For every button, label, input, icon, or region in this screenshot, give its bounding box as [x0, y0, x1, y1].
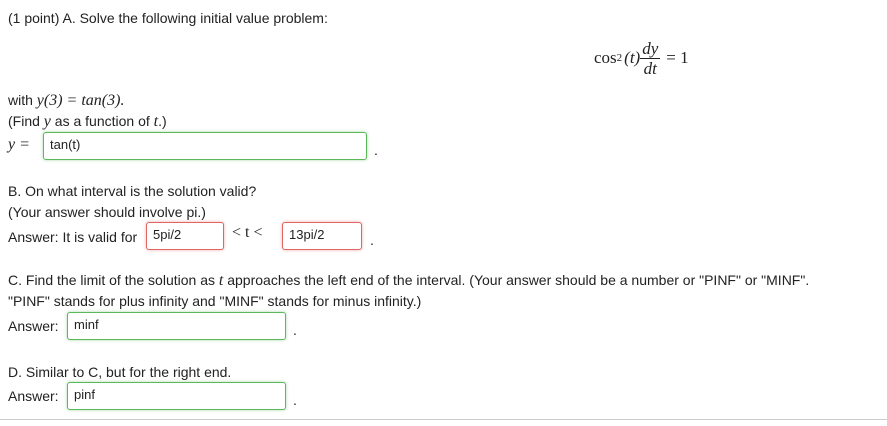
ode-coef-fn: cos: [594, 48, 617, 67]
with-label: with: [8, 92, 33, 108]
ode-coef-arg: (t): [624, 48, 641, 67]
part-c-question-line1: C. Find the limit of the solution as t a…: [8, 272, 809, 290]
ode-numerator: dy: [640, 38, 661, 59]
find-middle: as a function of: [54, 113, 150, 129]
part-d-question: D. Similar to C, but for the right end.: [8, 364, 232, 380]
find-prefix: (Find: [8, 113, 40, 129]
part-d-answer-label: Answer:: [8, 388, 59, 404]
interval-lower-input[interactable]: 5pi/2: [146, 222, 224, 250]
interval-upper-input[interactable]: 13pi/2: [282, 222, 362, 250]
ode-equation: cos 2 (t) dy dt = 1: [594, 38, 689, 78]
ode-denominator: dt: [643, 58, 657, 78]
part-b-question: B. On what interval is the solution vali…: [8, 183, 257, 199]
part-c-question-start: C. Find the limit of the solution as: [8, 272, 215, 288]
find-instruction: (Find y as a function of t.): [8, 113, 167, 131]
part-b-hint: (Your answer should involve pi.): [8, 204, 206, 220]
initial-condition: y(3) = tan(3).: [36, 92, 125, 109]
part-d-period: .: [293, 392, 297, 408]
part-c-question-line2: "PINF" stands for plus infinity and "MIN…: [8, 293, 422, 309]
find-suffix: .): [158, 113, 167, 129]
initial-condition-line: with y(3) = tan(3).: [8, 92, 124, 110]
answer-a-label: y =: [8, 136, 30, 153]
part-c-question-var: t: [218, 272, 224, 289]
find-var: y: [43, 113, 51, 130]
part-c-question-end: approaches the left end of the interval.…: [227, 272, 810, 288]
ode-derivative: dy dt: [640, 38, 661, 78]
ode-rhs: = 1: [666, 48, 689, 67]
ode-coef-power: 2: [616, 52, 623, 64]
part-b-answer-label: Answer: It is valid for: [8, 229, 138, 245]
part-b-period: .: [370, 232, 374, 248]
left-limit-input[interactable]: minf: [67, 312, 286, 340]
answer-a-input[interactable]: tan(t): [43, 132, 367, 160]
problem-intro: (1 point) A. Solve the following initial…: [8, 10, 328, 26]
inequality-text: < t <: [232, 224, 263, 241]
bottom-divider: [0, 419, 887, 420]
part-c-period: .: [293, 322, 297, 338]
interval-inequality: < t <: [232, 224, 263, 242]
part-c-answer-label: Answer:: [8, 318, 59, 334]
right-limit-input[interactable]: pinf: [67, 382, 286, 410]
answer-a-period: .: [374, 142, 378, 158]
